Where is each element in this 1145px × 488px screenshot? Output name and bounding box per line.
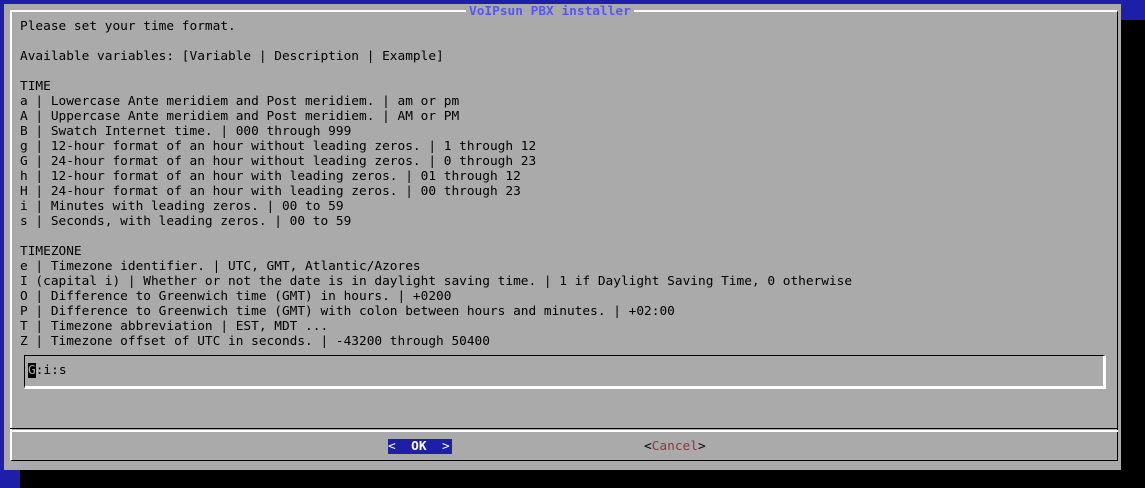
- section-heading-timezone: TIMEZONE: [20, 244, 82, 259]
- cancel-label: Cancel: [651, 439, 698, 454]
- variable-line: O | Difference to Greenwich time (GMT) i…: [20, 289, 452, 304]
- variable-line: i | Minutes with leading zeros. | 00 to …: [20, 199, 344, 214]
- variable-line: Z | Timezone offset of UTC in seconds. |…: [20, 334, 490, 349]
- variable-line: e | Timezone identifier. | UTC, GMT, Atl…: [20, 259, 421, 274]
- variable-line: P | Difference to Greenwich time (GMT) w…: [20, 304, 675, 319]
- cancel-bracket-right: >: [697, 439, 706, 454]
- variable-line: g | 12-hour format of an hour without le…: [20, 139, 537, 154]
- prompt-line: Please set your time format.: [20, 19, 236, 34]
- dialog-text: Please set your time format. Available v…: [20, 19, 852, 349]
- ok-button[interactable]: < OK >: [388, 439, 452, 454]
- variable-line: H | 24-hour format of an hour with leadi…: [20, 184, 521, 199]
- ok-bracket-right: >: [426, 439, 450, 454]
- button-separator: [10, 430, 1118, 432]
- section-heading-time: TIME: [20, 79, 51, 94]
- installer-dialog: VoIPsun PBX installer Please set your ti…: [4, 4, 1121, 470]
- variable-line: a | Lowercase Ante meridiem and Post mer…: [20, 94, 460, 109]
- time-format-value[interactable]: G:i:s: [28, 363, 67, 378]
- variables-header-line: Available variables: [Variable | Descrip…: [20, 49, 444, 64]
- time-format-input[interactable]: G:i:s: [24, 355, 1106, 389]
- input-value-rest: :i:s: [35, 363, 67, 378]
- variable-line: I (capital i) | Whether or not the date …: [20, 274, 853, 289]
- variable-line: G | 24-hour format of an hour without le…: [20, 154, 537, 169]
- variable-line: s | Seconds, with leading zeros. | 00 to…: [20, 214, 352, 229]
- ok-bracket-left: <: [388, 439, 412, 454]
- variable-line: A | Uppercase Ante meridiem and Post mer…: [20, 109, 460, 124]
- cancel-bracket-left: <: [644, 439, 652, 454]
- dialog-title: VoIPsun PBX installer: [466, 4, 634, 19]
- text-cursor: G: [28, 363, 36, 378]
- variable-line: T | Timezone abbreviation | EST, MDT ...: [20, 319, 329, 334]
- variable-line: h | 12-hour format of an hour with leadi…: [20, 169, 521, 184]
- ok-label: OK: [411, 439, 427, 454]
- variable-line: B | Swatch Internet time. | 000 through …: [20, 124, 352, 139]
- button-separator-shadow: [10, 428, 1118, 429]
- cancel-button[interactable]: <Cancel>: [644, 439, 706, 454]
